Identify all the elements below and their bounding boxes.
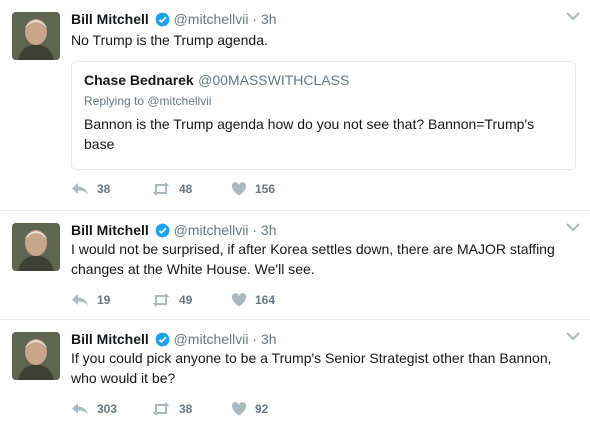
reply-count: 303 <box>97 402 118 416</box>
retweet-button[interactable]: 38 <box>151 402 231 416</box>
author-name[interactable]: Bill Mitchell <box>71 331 149 347</box>
tweet-text: No Trump is the Trump agenda. <box>71 32 268 48</box>
avatar[interactable] <box>12 223 60 271</box>
tweet-actions: 19 49 164 <box>71 293 311 307</box>
heart-icon <box>231 182 247 196</box>
author-name[interactable]: Bill Mitchell <box>71 11 149 27</box>
like-count: 92 <box>255 402 269 416</box>
tweet-text: If you could pick anyone to be a Trump's… <box>71 350 552 386</box>
avatar[interactable] <box>12 12 60 60</box>
chevron-down-icon[interactable] <box>566 8 580 26</box>
like-button[interactable]: 156 <box>231 182 311 196</box>
author-name[interactable]: Bill Mitchell <box>71 222 149 238</box>
tweet[interactable]: Bill Mitchell @mitchellvii · 3h I would … <box>0 211 590 319</box>
quoted-text: Bannon is the Trump agenda how do you no… <box>84 116 535 152</box>
retweet-count: 49 <box>179 293 193 307</box>
reply-icon <box>72 183 88 195</box>
retweet-button[interactable]: 48 <box>151 182 231 196</box>
retweet-icon <box>152 402 170 416</box>
retweet-button[interactable]: 49 <box>151 293 231 307</box>
tweet-text: I would not be surprised, if after Korea… <box>71 241 555 277</box>
tweet-header: Bill Mitchell @mitchellvii · 3h <box>71 10 276 31</box>
tweet[interactable]: Bill Mitchell @mitchellvii · 3h No Trump… <box>0 0 590 210</box>
reply-button[interactable]: 303 <box>71 402 151 416</box>
quoted-author-handle: @00MASSWITHCLASS <box>198 72 350 88</box>
tweet-actions: 303 38 92 <box>71 402 311 416</box>
author-handle[interactable]: @mitchellvii <box>174 11 249 27</box>
retweet-icon <box>152 293 170 307</box>
avatar[interactable] <box>12 332 60 380</box>
chevron-down-icon[interactable] <box>566 219 580 237</box>
retweet-count: 38 <box>179 402 193 416</box>
reply-button[interactable]: 38 <box>71 182 151 196</box>
reply-icon <box>72 403 88 415</box>
tweet[interactable]: Bill Mitchell @mitchellvii · 3h If you c… <box>0 320 590 426</box>
like-count: 156 <box>255 182 276 196</box>
tweet-actions: 38 48 156 <box>71 182 311 196</box>
reply-count: 38 <box>97 182 111 196</box>
reply-button[interactable]: 19 <box>71 293 151 307</box>
heart-icon <box>231 402 247 416</box>
replying-to: Replying to @mitchellvii <box>84 94 212 108</box>
reply-icon <box>72 294 88 306</box>
like-button[interactable]: 164 <box>231 293 311 307</box>
quoted-author-name: Chase Bednarek <box>84 72 194 88</box>
tweet-time[interactable]: · 3h <box>252 331 276 347</box>
tweet-time[interactable]: · 3h <box>252 222 276 238</box>
reply-count: 19 <box>97 293 111 307</box>
tweet-time[interactable]: · 3h <box>252 11 276 27</box>
chevron-down-icon[interactable] <box>566 328 580 346</box>
retweet-icon <box>152 182 170 196</box>
retweet-count: 48 <box>179 182 193 196</box>
author-handle[interactable]: @mitchellvii <box>174 331 249 347</box>
author-handle[interactable]: @mitchellvii <box>174 222 249 238</box>
verified-badge-icon <box>155 12 170 31</box>
like-button[interactable]: 92 <box>231 402 311 416</box>
heart-icon <box>231 293 247 307</box>
like-count: 164 <box>255 293 276 307</box>
quoted-tweet[interactable]: Chase Bednarek @00MASSWITHCLASS Replying… <box>71 61 576 170</box>
